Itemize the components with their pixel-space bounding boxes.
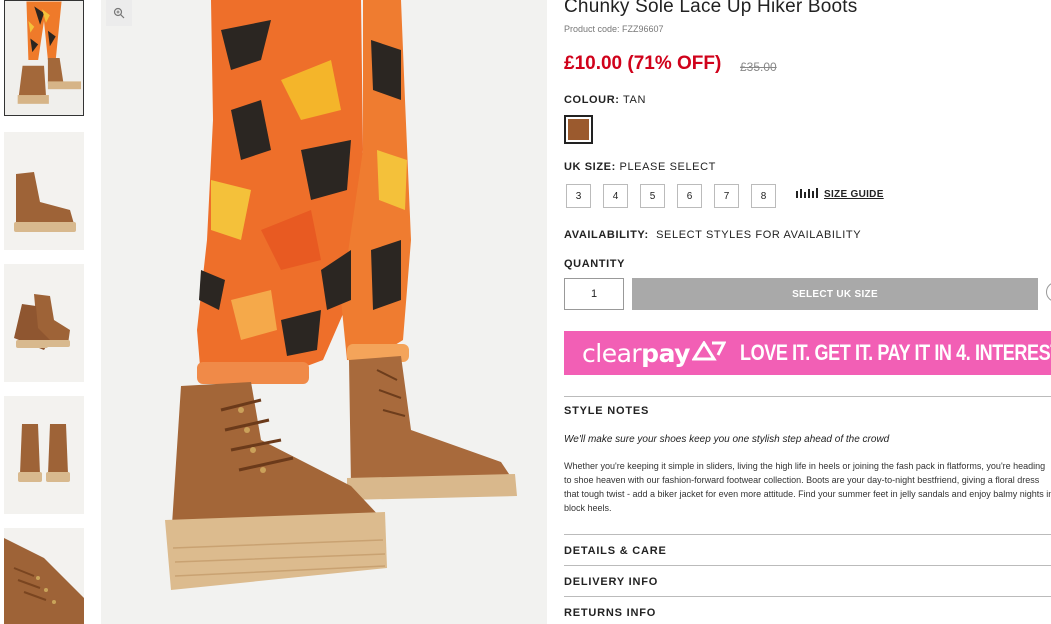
thumbnail-2[interactable] bbox=[4, 132, 84, 250]
availability-row: AVAILABILITY: SELECT STYLES FOR AVAILABI… bbox=[564, 229, 861, 241]
clearpay-arrows-icon bbox=[691, 339, 727, 366]
returns-info-accordion[interactable]: RETURNS INFO bbox=[564, 607, 656, 619]
colour-label: COLOUR: TAN bbox=[564, 94, 646, 106]
style-notes-heading[interactable]: STYLE NOTES bbox=[564, 405, 649, 417]
ruler-icon bbox=[796, 188, 818, 201]
size-guide-label: SIZE GUIDE bbox=[824, 189, 884, 200]
size-option[interactable]: 5 bbox=[640, 184, 665, 208]
swatch-fill bbox=[568, 119, 589, 140]
availability-value: SELECT STYLES FOR AVAILABILITY bbox=[656, 229, 862, 241]
size-option[interactable]: 6 bbox=[677, 184, 702, 208]
size-option[interactable]: 3 bbox=[566, 184, 591, 208]
details-care-accordion[interactable]: DETAILS & CARE bbox=[564, 545, 667, 557]
size-options: 3 4 5 6 7 8 bbox=[566, 184, 776, 208]
style-notes-tagline: We'll make sure your shoes keep you one … bbox=[564, 434, 890, 445]
size-value: PLEASE SELECT bbox=[619, 161, 716, 173]
clearpay-logo-bold: pay bbox=[641, 338, 690, 368]
clearpay-banner[interactable]: clearpay LOVE IT. GET IT. PAY IT IN 4. I… bbox=[564, 331, 1051, 375]
divider bbox=[564, 565, 1051, 566]
thumbnail-3[interactable] bbox=[4, 264, 84, 382]
size-option[interactable]: 4 bbox=[603, 184, 628, 208]
quantity-label-text: QUANTITY bbox=[564, 258, 626, 270]
original-price: £35.00 bbox=[740, 60, 777, 74]
zoom-in-icon[interactable] bbox=[106, 0, 132, 26]
colour-value: TAN bbox=[623, 94, 646, 106]
colour-label-key: COLOUR: bbox=[564, 94, 620, 106]
thumbnail-4[interactable] bbox=[4, 396, 84, 514]
availability-label: AVAILABILITY: bbox=[564, 229, 649, 241]
sale-price: £10.00 (71% OFF) bbox=[564, 53, 722, 74]
size-label: UK SIZE: PLEASE SELECT bbox=[564, 161, 716, 173]
thumbnail-strip bbox=[0, 0, 90, 624]
thumbnail-5[interactable] bbox=[4, 528, 84, 624]
heart-icon[interactable] bbox=[1046, 282, 1051, 302]
product-title: Chunky Sole Lace Up Hiker Boots bbox=[564, 0, 858, 17]
size-option[interactable]: 8 bbox=[751, 184, 776, 208]
size-option[interactable]: 7 bbox=[714, 184, 739, 208]
divider bbox=[564, 396, 1051, 397]
clearpay-logo: clearpay bbox=[582, 339, 690, 368]
product-code: Product code: FZZ96607 bbox=[564, 24, 664, 34]
style-notes-body: Whether you're keeping it simple in slid… bbox=[564, 461, 1051, 513]
product-info: Chunky Sole Lace Up Hiker Boots Product … bbox=[564, 0, 1051, 624]
colour-swatch-tan[interactable] bbox=[564, 115, 593, 144]
add-to-bag-button[interactable]: SELECT UK SIZE bbox=[632, 278, 1038, 310]
clearpay-tagline: LOVE IT. GET IT. PAY IT IN 4. INTEREST F… bbox=[739, 340, 1051, 365]
size-label-key: UK SIZE: bbox=[564, 161, 616, 173]
quantity-label: QUANTITY bbox=[564, 258, 625, 270]
thumbnail-1[interactable] bbox=[4, 0, 84, 116]
divider bbox=[564, 596, 1051, 597]
clearpay-logo-prefix: clear bbox=[582, 338, 642, 368]
size-guide-link[interactable]: SIZE GUIDE bbox=[796, 188, 884, 201]
delivery-info-accordion[interactable]: DELIVERY INFO bbox=[564, 576, 658, 588]
divider bbox=[564, 534, 1051, 535]
quantity-input[interactable]: 1 bbox=[564, 278, 624, 310]
product-main-image[interactable] bbox=[101, 0, 547, 624]
